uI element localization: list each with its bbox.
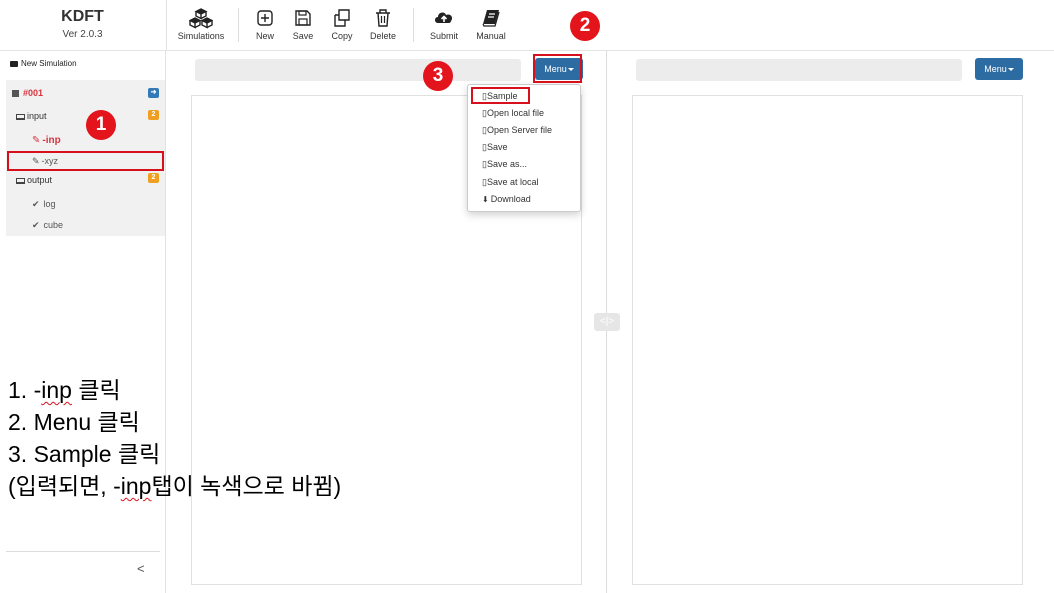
sidebar: New Simulation #001 ➜ input 2 ✎ -inp ✎ -xy… — [0, 51, 166, 593]
new-simulation-item[interactable]: New Simulation — [10, 59, 77, 68]
output-count-badge: 2 — [148, 173, 159, 183]
instruction-line-3: 3. Sample 클릭 — [8, 441, 161, 467]
app-title: KDFT — [61, 8, 104, 25]
save-button[interactable]: Save — [289, 7, 317, 41]
copy-icon — [334, 9, 350, 27]
instruction-text: inp — [41, 377, 72, 403]
monitor-icon — [16, 113, 25, 120]
menu-item-label: Save at local — [486, 177, 539, 187]
edit-icon: ✎ — [32, 135, 41, 146]
input-count-badge: 2 — [148, 110, 159, 120]
app-root: KDFT Ver 2.0.3 Simulations New Save Copy… — [0, 0, 1054, 593]
input-item-label: -inp — [42, 135, 61, 146]
menu-item-label: Open local file — [486, 108, 544, 118]
folder-icon — [10, 60, 18, 67]
monitor-icon — [16, 177, 25, 184]
new-label: New — [255, 31, 274, 41]
highlight-menu — [533, 54, 582, 83]
new-button[interactable]: New — [252, 7, 278, 41]
download-icon: ⬇ — [482, 195, 489, 204]
right-editor[interactable] — [632, 95, 1023, 585]
copy-button[interactable]: Copy — [328, 7, 356, 41]
instruction-line-4: (입력되면, -inp탭이 녹색으로 바뀜) — [8, 470, 341, 502]
step-number-3: 3 — [423, 61, 453, 91]
step-number-2: 2 — [570, 11, 600, 41]
cubes-icon — [189, 8, 213, 29]
menu-item-label: Save — [486, 142, 508, 152]
input-folder[interactable]: input — [16, 111, 47, 121]
highlight-sample — [471, 87, 530, 104]
caret-down-icon — [1007, 68, 1014, 72]
sidebar-footer-divider — [6, 551, 160, 552]
output-item-log[interactable]: ✔ log — [32, 199, 56, 210]
brand: KDFT Ver 2.0.3 — [0, 0, 165, 50]
menu-item-label: Download — [490, 194, 531, 204]
split-handle[interactable]: <|> — [594, 313, 620, 331]
instruction-text: 클릭 — [71, 377, 121, 403]
manual-label: Manual — [476, 31, 506, 41]
check-icon: ✔ — [32, 199, 40, 209]
toolbar-separator — [413, 8, 414, 42]
menu-item-save-local[interactable]: ▯Save at local — [482, 177, 538, 188]
instruction-text: inp — [120, 473, 152, 499]
save-label: Save — [292, 31, 314, 41]
menu-item-download[interactable]: ⬇ Download — [482, 194, 531, 204]
copy-label: Copy — [331, 31, 353, 41]
highlight-xyz — [7, 151, 164, 171]
input-item-inp[interactable]: ✎ -inp — [32, 135, 61, 146]
submit-button[interactable]: Submit — [426, 7, 462, 41]
instructions: 1. -inp 클릭 2. Menu 클릭 3. Sample 클릭 (입력되면… — [8, 374, 341, 502]
output-folder[interactable]: output — [16, 175, 52, 185]
output-item-label: cube — [43, 220, 64, 230]
new-simulation-label: New Simulation — [21, 59, 77, 68]
output-item-cube[interactable]: ✔ cube — [32, 220, 63, 231]
left-path-bar — [195, 59, 521, 81]
check-icon: ✔ — [32, 220, 40, 230]
floppy-icon — [295, 10, 311, 26]
simulation-item-001[interactable]: #001 — [12, 88, 43, 98]
menu-item-label: Open Server file — [486, 125, 552, 135]
instruction-line-1: 1. -inp 클릭 — [8, 374, 341, 406]
arrow-right-icon[interactable]: ➜ — [148, 88, 159, 98]
simulation-id: #001 — [23, 88, 44, 98]
submit-label: Submit — [429, 31, 458, 41]
manual-button[interactable]: Manual — [473, 7, 509, 41]
menu-item-open-local[interactable]: ▯Open local file — [482, 108, 544, 119]
collapse-sidebar-button[interactable]: < — [137, 561, 145, 576]
file-icon — [12, 90, 19, 98]
right-menu-button[interactable]: Menu — [975, 58, 1023, 80]
book-icon — [482, 10, 500, 27]
delete-label: Delete — [369, 31, 396, 41]
instruction-text: 탭이 녹색으로 바뀜) — [151, 473, 342, 499]
menu-item-label: Save as... — [486, 159, 527, 169]
toolbar: Simulations New Save Copy Delete Submit … — [166, 0, 1054, 50]
menu-item-save-as[interactable]: ▯Save as... — [482, 159, 527, 170]
right-path-bar — [636, 59, 962, 81]
menu-item-save[interactable]: ▯Save — [482, 142, 507, 153]
app-version: Ver 2.0.3 — [62, 29, 103, 40]
toolbar-separator — [238, 8, 239, 42]
instruction-text: 1. - — [8, 377, 42, 403]
menu-label: Menu — [984, 64, 1007, 74]
simulations-label: Simulations — [177, 31, 225, 41]
output-label: output — [27, 175, 53, 185]
plus-square-icon — [257, 10, 273, 26]
simulations-button[interactable]: Simulations — [175, 7, 227, 41]
input-label: input — [27, 111, 47, 121]
step-number-1: 1 — [86, 110, 116, 140]
instruction-text: (입력되면, - — [8, 473, 121, 499]
menu-item-open-server[interactable]: ▯Open Server file — [482, 125, 552, 136]
instruction-line-2: 2. Menu 클릭 — [8, 409, 140, 435]
trash-icon — [376, 9, 390, 27]
output-item-label: log — [43, 199, 56, 209]
cloud-upload-icon — [435, 12, 453, 23]
delete-button[interactable]: Delete — [368, 7, 398, 41]
